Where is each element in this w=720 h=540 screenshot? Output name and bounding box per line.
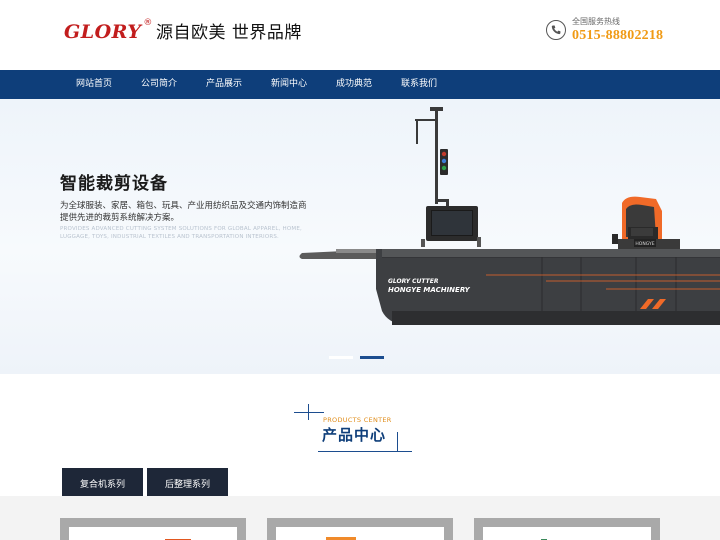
cutting-machine-image: HONGYE GLORY CUTTER HONGYE MACHINERY (299, 107, 720, 325)
product-image (483, 527, 651, 540)
slide-indicators (329, 356, 384, 359)
product-image (276, 527, 444, 540)
hotline: 全国服务热线 0515-88802218 (544, 16, 714, 50)
nav-item-home[interactable]: 网站首页 (76, 70, 112, 99)
tab-composite-series[interactable]: 复合机系列 (62, 468, 143, 496)
products-section-title: PRODUCTS CENTER 产品中心 (290, 402, 415, 456)
registered-mark: ® (143, 18, 153, 28)
site-header: GLORY ® 源自欧美 世界品牌 全国服务热线 0515-88802218 (0, 0, 720, 70)
nav-item-products[interactable]: 产品展示 (206, 70, 242, 99)
phone-icon (546, 20, 566, 40)
product-card[interactable] (60, 518, 246, 540)
machine-badge: HONGYE (635, 241, 654, 247)
hotline-number[interactable]: 0515-88802218 (572, 27, 663, 45)
machine-text-hongye: HONGYE MACHINERY (388, 286, 471, 294)
title-decor-line (318, 451, 412, 452)
section-title-cn: 产品中心 (322, 426, 387, 444)
page: GLORY ® 源自欧美 世界品牌 全国服务热线 0515-88802218 网… (0, 0, 720, 540)
nav-item-contact[interactable]: 联系我们 (401, 70, 437, 99)
brand-wordmark: GLORY (64, 21, 142, 43)
nav-item-news[interactable]: 新闻中心 (271, 70, 307, 99)
product-card[interactable] (267, 518, 453, 540)
nav-item-cases[interactable]: 成功典范 (336, 70, 372, 99)
title-decor-line (294, 412, 324, 413)
banner-title: 智能裁剪设备 (60, 174, 168, 194)
slide-dot-2[interactable] (360, 356, 384, 359)
title-decor-line (397, 432, 398, 452)
brand-slogan: 源自欧美 世界品牌 (156, 23, 302, 43)
tab-finishing-series[interactable]: 后整理系列 (147, 468, 228, 496)
slide-dot-1[interactable] (329, 356, 353, 359)
product-card[interactable] (474, 518, 660, 540)
banner-description: 为全球服装、家居、箱包、玩具、产业用纺织品及交通内饰制造商提供先进的裁剪系统解决… (60, 201, 307, 223)
nav-item-about[interactable]: 公司简介 (141, 70, 177, 99)
banner-description-en: PROVIDES ADVANCED CUTTING SYSTEM SOLUTIO… (60, 226, 302, 240)
machine-text-cutter: GLORY CUTTER (388, 278, 439, 285)
hero-banner[interactable]: 智能裁剪设备 为全球服装、家居、箱包、玩具、产业用纺织品及交通内饰制造商提供先进… (0, 99, 720, 374)
main-nav: 网站首页 公司简介 产品展示 新闻中心 成功典范 联系我们 (0, 70, 720, 99)
brand-logo[interactable]: GLORY ® (64, 18, 152, 46)
product-image (69, 527, 237, 540)
